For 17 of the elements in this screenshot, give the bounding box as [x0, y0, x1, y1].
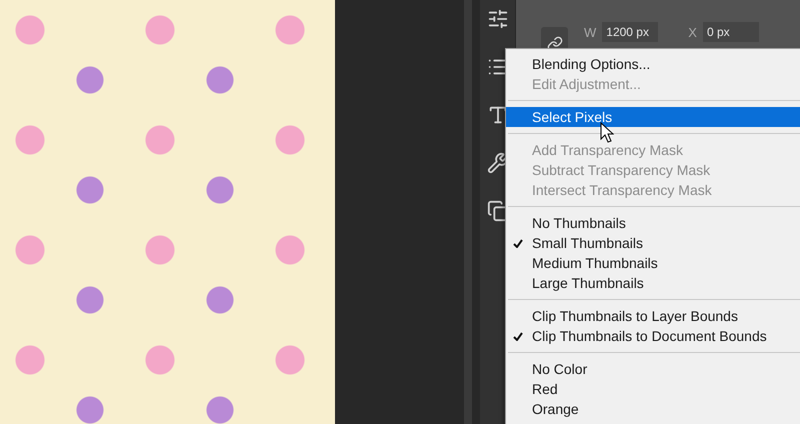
cursor-icon: [600, 122, 614, 144]
menu-item[interactable]: Select Pixels: [506, 107, 800, 127]
menu-item[interactable]: No Color: [506, 359, 800, 379]
input-field[interactable]: 0 px: [702, 22, 759, 42]
menu-item[interactable]: Large Thumbnails: [506, 273, 800, 293]
menu-item[interactable]: Orange: [506, 399, 800, 419]
menu-item[interactable]: Red: [506, 379, 800, 399]
menu-item[interactable]: No Thumbnails: [506, 213, 800, 233]
menu-item[interactable]: Medium Thumbnails: [506, 253, 800, 273]
menu-item[interactable]: Clip Thumbnails to Document Bounds: [506, 326, 800, 346]
menu-item[interactable]: Small Thumbnails: [506, 233, 800, 253]
sliders-icon[interactable]: [486, 8, 508, 30]
menu-item[interactable]: Blending Options...: [506, 54, 800, 74]
field-label: W: [584, 24, 596, 40]
field-label: X: [688, 24, 697, 40]
menu-item[interactable]: Clip Thumbnails to Layer Bounds: [506, 306, 800, 326]
input-field[interactable]: 1200 px: [602, 22, 658, 42]
